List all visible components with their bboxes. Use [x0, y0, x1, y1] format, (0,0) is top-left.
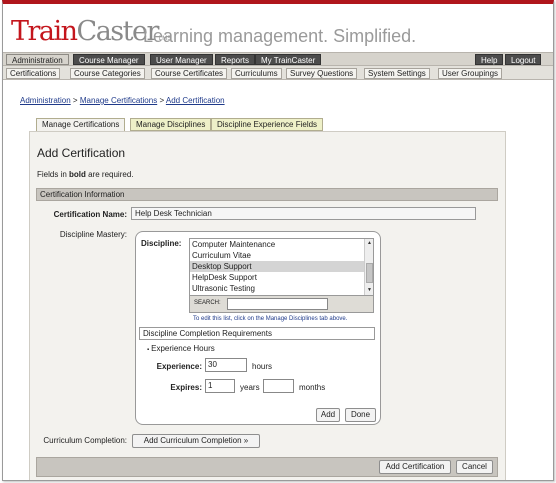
subnav-curriculums[interactable]: Curriculums	[231, 68, 282, 79]
required-note-post: are required.	[85, 170, 134, 179]
scrollbar-thumb[interactable]	[366, 263, 373, 283]
discipline-scrollbar[interactable]: ▲ ▼	[364, 239, 373, 295]
discipline-option[interactable]: Ultrasonic Testing	[190, 283, 373, 294]
expires-months-unit: months	[299, 383, 326, 392]
breadcrumb: Administration > Manage Certifications >…	[20, 96, 225, 105]
expires-months-input[interactable]	[263, 379, 294, 393]
discipline-search-label: SEARCH:	[194, 300, 221, 306]
tab-manage-certifications[interactable]: Manage Certifications	[36, 118, 126, 132]
subnav-course-certificates[interactable]: Course Certificates	[151, 68, 228, 79]
subnav-survey-questions[interactable]: Survey Questions	[286, 68, 358, 79]
curriculum-completion-label: Curriculum Completion:	[43, 436, 127, 445]
collapse-triangle-icon[interactable]: ▪	[147, 347, 149, 353]
subnav-system-settings[interactable]: System Settings	[364, 68, 430, 79]
add-certification-button[interactable]: Add Certification	[379, 460, 451, 474]
experience-hours-input[interactable]: 30	[205, 358, 247, 372]
scroll-down-arrow-icon[interactable]: ▼	[366, 287, 373, 294]
expires-years-unit: years	[240, 383, 260, 392]
required-note-bold: bold	[69, 170, 86, 179]
experience-unit: hours	[252, 362, 273, 371]
edit-list-note: To edit this list, click on the Manage D…	[193, 316, 348, 322]
nav-help[interactable]: Help	[475, 54, 504, 65]
breadcrumb-add-certification[interactable]: Add Certification	[166, 96, 225, 105]
certification-name-label: Certification Name:	[53, 210, 127, 219]
discipline-mastery-box: Discipline: Computer Maintenance Curricu…	[135, 231, 381, 425]
nav-logout[interactable]: Logout	[505, 54, 542, 65]
add-curriculum-completion-button[interactable]: Add Curriculum Completion »	[132, 434, 260, 448]
nav-administration[interactable]: Administration	[6, 54, 69, 65]
cancel-button[interactable]: Cancel	[456, 460, 493, 474]
page-title: Add Certification	[37, 146, 126, 160]
nav-reports[interactable]: Reports	[215, 54, 256, 65]
discipline-option[interactable]: HelpDesk Support	[190, 272, 373, 283]
section-header-certification-information: Certification Information	[36, 188, 498, 201]
certification-name-input[interactable]: Help Desk Technician	[131, 207, 476, 220]
form-panel: Add Certification Fields in bold are req…	[29, 131, 506, 480]
subnav-certifications[interactable]: Certifications	[6, 68, 61, 79]
discipline-label: Discipline:	[141, 239, 182, 248]
scroll-up-arrow-icon[interactable]: ▲	[366, 240, 373, 247]
discipline-mastery-label: Discipline Mastery:	[59, 230, 127, 239]
tab-discipline-experience-fields[interactable]: Discipline Experience Fields	[211, 118, 324, 131]
tagline: Learning management. Simplified.	[143, 26, 417, 46]
sub-nav: Certifications Course Categories Course …	[3, 66, 553, 80]
nav-my-traincaster[interactable]: My TrainCaster	[255, 54, 322, 65]
expires-years-input[interactable]: 1	[205, 379, 235, 393]
experience-hours-label: Experience Hours	[151, 344, 215, 353]
tab-manage-disciplines[interactable]: Manage Disciplines	[130, 118, 212, 131]
subnav-user-groupings[interactable]: User Groupings	[438, 68, 503, 79]
breadcrumb-separator: >	[159, 96, 165, 105]
discipline-listbox[interactable]: Computer Maintenance Curriculum Vitae De…	[189, 238, 374, 296]
breadcrumb-manage-certifications[interactable]: Manage Certifications	[80, 96, 157, 105]
discipline-option[interactable]: Computer Maintenance	[190, 239, 373, 250]
discipline-option[interactable]: Curriculum Vitae	[190, 250, 373, 261]
subnav-course-categories[interactable]: Course Categories	[70, 68, 145, 79]
form-footer: Add Certification Cancel	[36, 457, 498, 477]
experience-label: Experience:	[156, 362, 202, 371]
done-button[interactable]: Done	[345, 408, 376, 422]
app-frame: TrainCasterLMS Learning management. Simp…	[2, 0, 554, 481]
breadcrumb-administration[interactable]: Administration	[20, 96, 71, 105]
nav-course-manager[interactable]: Course Manager	[73, 54, 145, 65]
nav-user-manager[interactable]: User Manager	[150, 54, 213, 65]
discipline-option-selected[interactable]: Desktop Support	[190, 261, 373, 272]
required-note-pre: Fields in	[37, 170, 70, 179]
logo-train-text: Train	[11, 16, 78, 47]
discipline-search-input[interactable]	[227, 298, 328, 310]
discipline-search-row: SEARCH:	[189, 296, 374, 313]
discipline-completion-requirements-header: Discipline Completion Requirements	[139, 327, 375, 340]
header: TrainCasterLMS Learning management. Simp…	[3, 4, 553, 52]
breadcrumb-separator: >	[72, 96, 78, 105]
experience-hours-toggle[interactable]: ▪ Experience Hours	[147, 344, 215, 353]
main-nav: Administration Course Manager User Manag…	[3, 52, 553, 66]
expires-label: Expires:	[170, 383, 202, 392]
add-button[interactable]: Add	[316, 408, 340, 422]
required-note: Fields in bold are required.	[37, 170, 134, 179]
